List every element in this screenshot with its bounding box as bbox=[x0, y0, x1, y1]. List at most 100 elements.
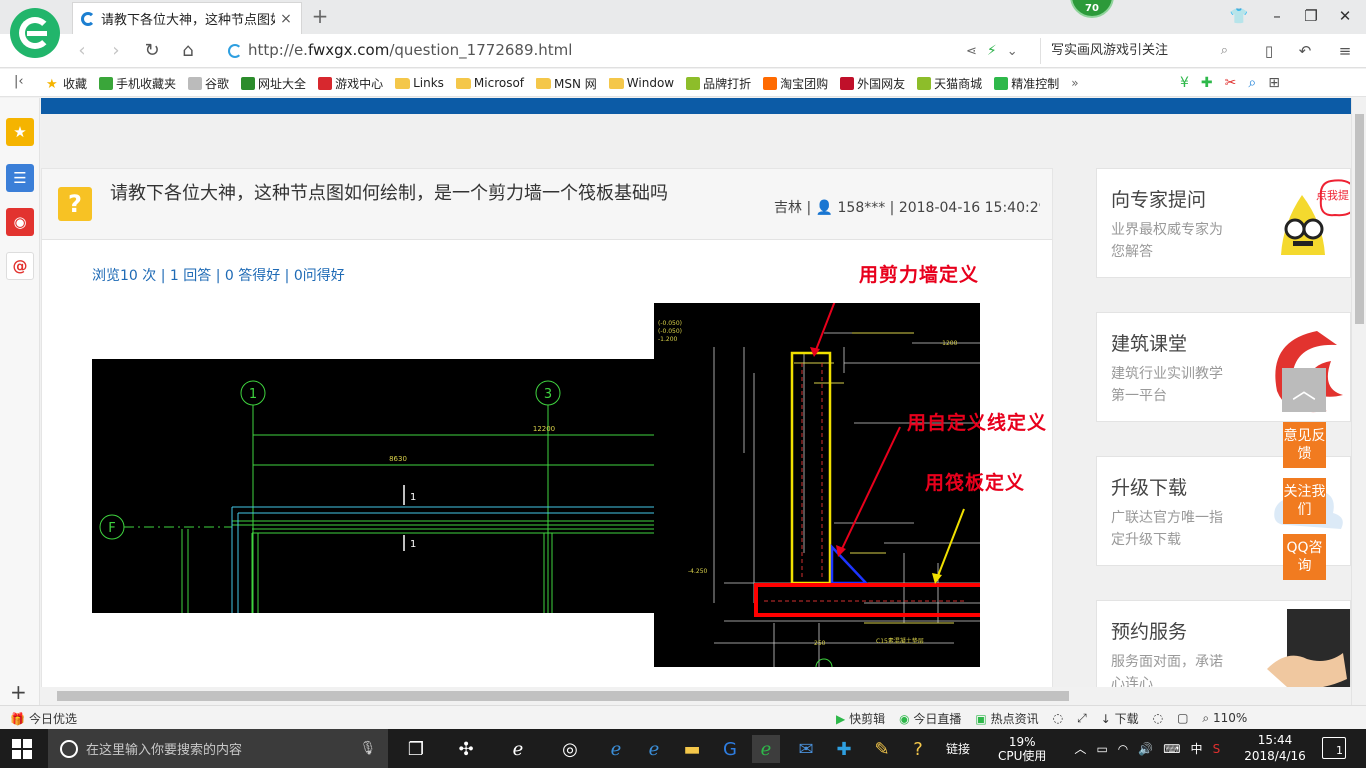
scissors-icon[interactable]: ✂ bbox=[1225, 75, 1237, 91]
bookmark-item[interactable]: 网址大全 bbox=[241, 75, 306, 92]
tray-up-icon[interactable]: ︿ bbox=[1074, 740, 1086, 757]
vertical-scroll-thumb[interactable] bbox=[1355, 114, 1364, 324]
sidebar-add-icon[interactable]: + bbox=[10, 680, 27, 704]
clock[interactable]: 15:44 2018/4/16 bbox=[1240, 732, 1310, 764]
today-picks[interactable]: 🎁 今日优选 bbox=[10, 710, 77, 727]
search-input[interactable]: 写实画风游戏引关注 ⌕ bbox=[1040, 38, 1238, 64]
shirt-skin-icon[interactable]: 👕 bbox=[1228, 5, 1250, 27]
help-app-icon[interactable]: ? bbox=[904, 735, 932, 763]
weibo-icon[interactable]: ◉ bbox=[6, 208, 34, 236]
battery-icon[interactable]: ▭ bbox=[1096, 742, 1107, 756]
url-security-icon[interactable] bbox=[228, 44, 242, 58]
zoom-button[interactable]: ⌕ 110% bbox=[1202, 711, 1247, 726]
favorites-star-icon[interactable]: ★ bbox=[6, 118, 34, 146]
windows-start-icon[interactable] bbox=[12, 739, 32, 759]
ask-expert-card[interactable]: 向专家提问 业界最权威专家为您解答 点我提问 bbox=[1096, 168, 1351, 278]
pin-icon[interactable]: ⤢ bbox=[1077, 711, 1087, 726]
live-button[interactable]: ◉ 今日直播 bbox=[899, 710, 961, 727]
mail-app-icon[interactable]: ✉ bbox=[792, 735, 820, 763]
back-icon[interactable]: ‹ bbox=[70, 39, 94, 63]
notes-app-icon[interactable]: ✎ bbox=[868, 735, 896, 763]
swirl-app-icon[interactable]: ◎ bbox=[556, 735, 584, 763]
url-input[interactable]: http://e.fwxgx.com/question_1772689.html bbox=[248, 41, 572, 59]
home-icon[interactable]: ⌂ bbox=[176, 39, 200, 63]
horizontal-scrollbar[interactable] bbox=[41, 687, 1351, 705]
refresh-icon[interactable]: ↻ bbox=[140, 39, 164, 63]
magnifier-icon[interactable]: ⌕ bbox=[1248, 75, 1256, 91]
bookmark-item[interactable]: 游戏中心 bbox=[318, 75, 383, 92]
bookmark-item[interactable]: 手机收藏夹 bbox=[99, 75, 176, 92]
email-icon[interactable]: @ bbox=[6, 252, 34, 280]
yen-icon[interactable]: ¥ bbox=[1180, 75, 1189, 91]
keyboard-icon[interactable]: ⌨ bbox=[1163, 742, 1180, 756]
bookmark-item[interactable]: 精准控制 bbox=[994, 75, 1059, 92]
microphone-icon[interactable]: 🎙 bbox=[359, 741, 376, 756]
fan-app-icon[interactable]: ✣ bbox=[452, 735, 480, 763]
quick-clip-button[interactable]: ▶ 快剪辑 bbox=[836, 710, 885, 727]
volume-icon[interactable]: 🔊 bbox=[1138, 742, 1153, 756]
task-view-icon[interactable]: ❐ bbox=[402, 735, 430, 763]
tab-close-icon[interactable]: × bbox=[279, 11, 293, 27]
back-to-top-button[interactable]: ︿ bbox=[1282, 368, 1326, 412]
share-icon[interactable]: ⋖ bbox=[966, 44, 977, 59]
bookmark-item[interactable]: Window bbox=[608, 76, 674, 90]
plan-drawing-image[interactable]: 1 3 F 12200 8630 1 1 bbox=[92, 359, 660, 613]
cpu-usage[interactable]: 19% CPU使用 bbox=[998, 735, 1046, 763]
chevron-down-icon[interactable]: ⌄ bbox=[1007, 44, 1018, 59]
bookmark-item[interactable]: 外国网友 bbox=[840, 75, 905, 92]
search-icon[interactable]: ⌕ bbox=[1221, 38, 1228, 64]
ie-icon[interactable]: ℯ bbox=[640, 735, 668, 763]
edge-icon[interactable]: ℯ bbox=[602, 735, 630, 763]
restore-icon[interactable]: ❐ bbox=[1300, 5, 1322, 27]
undo-icon[interactable]: ↶ bbox=[1294, 40, 1316, 62]
taskbar-search-input[interactable]: 在这里输入你要搜索的内容 🎙 bbox=[48, 729, 388, 768]
bookmark-item[interactable]: 天猫商城 bbox=[917, 75, 982, 92]
window-icon[interactable]: ▢ bbox=[1177, 711, 1188, 725]
lightning-icon[interactable]: ⚡ bbox=[987, 43, 997, 59]
file-explorer-icon[interactable]: ▬ bbox=[678, 735, 706, 763]
active-browser-icon[interactable]: ℯ bbox=[752, 735, 780, 763]
refresh-small-icon[interactable]: ◌ bbox=[1153, 711, 1163, 725]
follow-us-button[interactable]: 关注我们 bbox=[1283, 478, 1326, 524]
question-stats[interactable]: 浏览10 次 | 1 回答 | 0 答得好 | 0问得好 bbox=[92, 265, 345, 285]
wifi-icon[interactable]: ◠ bbox=[1118, 742, 1128, 756]
news-button[interactable]: ▣ 热点资讯 bbox=[975, 710, 1038, 727]
bookmark-item[interactable]: 品牌打折 bbox=[686, 75, 751, 92]
qq-consult-button[interactable]: QQ咨询 bbox=[1283, 534, 1326, 580]
appointment-card[interactable]: 预约服务 服务面对面，承诺心连心 bbox=[1096, 600, 1351, 687]
mobile-icon[interactable]: ▯ bbox=[1258, 40, 1280, 62]
speed-icon[interactable]: ◌ bbox=[1053, 711, 1063, 725]
reading-list-icon[interactable]: ☰ bbox=[6, 164, 34, 192]
sogou-icon[interactable]: S bbox=[1213, 742, 1221, 756]
feedback-button[interactable]: 意见反馈 bbox=[1283, 422, 1326, 468]
bookmark-item[interactable]: 淘宝团购 bbox=[763, 75, 828, 92]
tab-active[interactable]: 请教下各位大神，这种节点图如何 × bbox=[72, 2, 302, 34]
notification-center-icon[interactable]: 1 bbox=[1322, 737, 1346, 759]
grid-icon[interactable]: ⊞ bbox=[1268, 75, 1280, 91]
plus-app-icon[interactable]: ✚ bbox=[830, 735, 858, 763]
forward-icon[interactable]: › bbox=[104, 39, 128, 63]
dimension-8630: 8630 bbox=[389, 455, 407, 463]
ime-indicator[interactable]: 中 bbox=[1191, 740, 1203, 757]
minimize-icon[interactable]: – bbox=[1266, 5, 1288, 27]
download-button[interactable]: ↓ 下载 bbox=[1101, 710, 1139, 727]
new-tab-button[interactable]: + bbox=[310, 4, 330, 28]
bookmarks-more-button[interactable]: » bbox=[1071, 76, 1078, 90]
menu-icon[interactable]: ≡ bbox=[1334, 40, 1356, 62]
close-window-icon[interactable]: ✕ bbox=[1334, 5, 1356, 27]
links-toolbar[interactable]: 链接 bbox=[946, 740, 970, 757]
bookmark-item[interactable]: MSN 网 bbox=[536, 75, 597, 92]
browser-e-icon[interactable]: ℯ bbox=[504, 735, 532, 763]
bookmark-item[interactable]: ★ 收藏 bbox=[46, 75, 87, 92]
security-score-badge[interactable]: 70 bbox=[1070, 0, 1114, 18]
g-app-icon[interactable]: G bbox=[716, 735, 744, 763]
bookmark-icon bbox=[840, 76, 855, 90]
bookmark-item[interactable]: Microsof bbox=[455, 76, 524, 90]
bookmark-item[interactable]: 谷歌 bbox=[188, 75, 229, 92]
horizontal-scroll-thumb[interactable] bbox=[57, 691, 1069, 701]
browser-logo-icon[interactable] bbox=[10, 8, 60, 58]
bookmark-item[interactable]: Links bbox=[395, 76, 444, 90]
collapse-sidebar-icon[interactable]: |‹ bbox=[14, 74, 24, 89]
vertical-scrollbar[interactable] bbox=[1351, 98, 1366, 705]
plus-green-icon[interactable]: ✚ bbox=[1201, 75, 1213, 91]
